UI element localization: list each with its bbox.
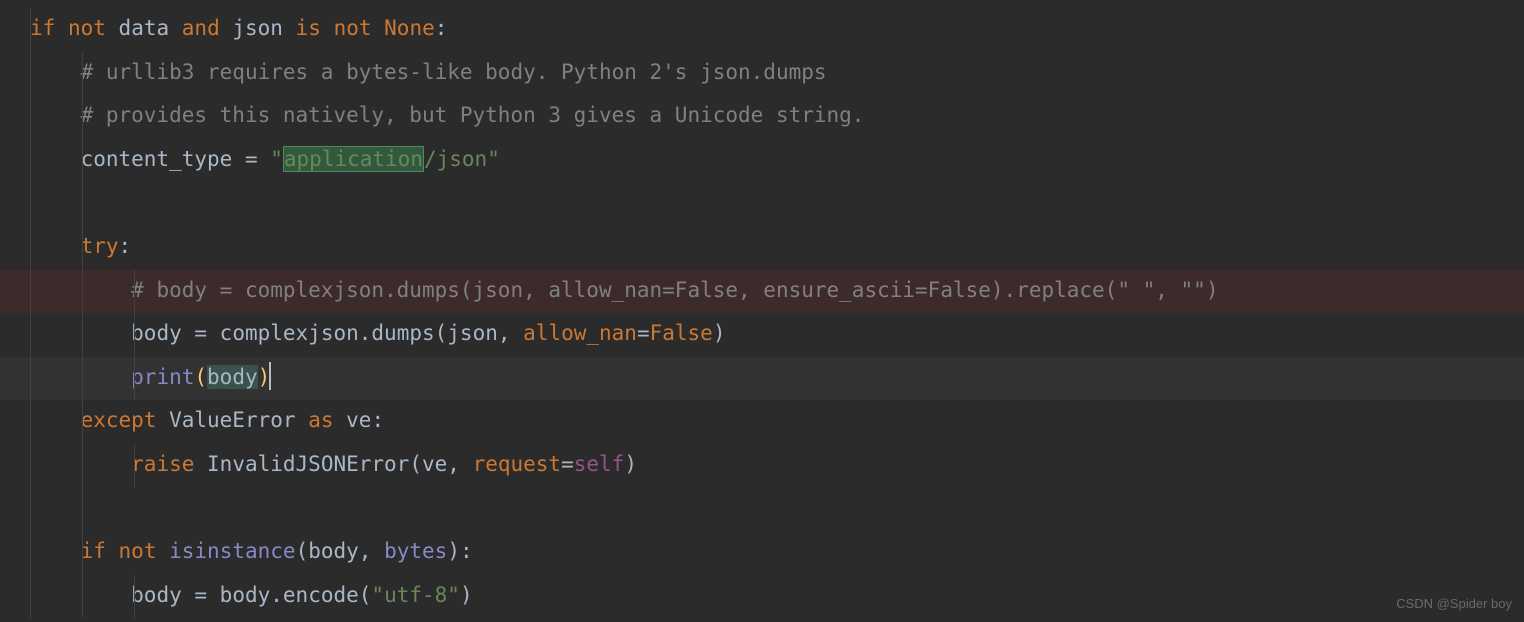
keyword-not: not [68, 16, 106, 40]
code-line-empty[interactable] [0, 182, 1524, 226]
paren: ( [359, 583, 372, 607]
method: dumps [371, 321, 434, 345]
keyword-try: try [81, 234, 119, 258]
identifier: data [119, 16, 170, 40]
text-cursor [269, 362, 271, 390]
search-match: application [283, 146, 424, 172]
keyword-except: except [81, 408, 157, 432]
code-line[interactable]: body = complexjson.dumps(json, allow_nan… [0, 313, 1524, 357]
string-quote: " [487, 147, 500, 171]
string-quote: " [270, 147, 283, 171]
code-editor[interactable]: if not data and json is not None: # urll… [0, 0, 1524, 618]
keyword-if: if [81, 539, 106, 563]
identifier-occurrence: body [207, 365, 258, 389]
equals: = [182, 583, 220, 607]
equals: = [637, 321, 650, 345]
dot: . [359, 321, 372, 345]
keyword-not: not [334, 16, 372, 40]
comma: , [498, 321, 523, 345]
code-line[interactable]: except ValueError as ve: [0, 400, 1524, 444]
paren: ) [447, 539, 460, 563]
equals: = [232, 147, 270, 171]
class-name: InvalidJSONError [207, 452, 409, 476]
code-line[interactable]: raise InvalidJSONError(ve, request=self) [0, 444, 1524, 488]
comma: , [447, 452, 472, 476]
colon: : [460, 539, 473, 563]
paren: ) [713, 321, 726, 345]
paren: ) [460, 583, 473, 607]
code-line-current[interactable]: print(body) [0, 357, 1524, 401]
colon: : [435, 16, 448, 40]
keyword-is: is [296, 16, 321, 40]
paren: ) [624, 452, 637, 476]
keyword-false: False [650, 321, 713, 345]
equals: = [182, 321, 220, 345]
keyword-raise: raise [131, 452, 194, 476]
keyword-none: None [384, 16, 435, 40]
class-name: ValueError [169, 408, 295, 432]
parameter: allow_nan [523, 321, 637, 345]
identifier: body [131, 321, 182, 345]
keyword-if: if [30, 16, 55, 40]
keyword-not: not [119, 539, 157, 563]
code-line[interactable]: if not isinstance(body, bytes): [0, 531, 1524, 575]
identifier: ve [422, 452, 447, 476]
method: encode [283, 583, 359, 607]
code-line[interactable]: # provides this natively, but Python 3 g… [0, 95, 1524, 139]
comment: # body = complexjson.dumps(json, allow_n… [131, 278, 1218, 302]
string: "utf-8" [371, 583, 460, 607]
code-line[interactable]: try: [0, 226, 1524, 270]
keyword-and: and [182, 16, 220, 40]
code-line[interactable]: # urllib3 requires a bytes-like body. Py… [0, 52, 1524, 96]
colon: : [119, 234, 132, 258]
paren: ( [296, 539, 309, 563]
code-line-empty[interactable] [0, 488, 1524, 532]
identifier: json [232, 16, 283, 40]
identifier: body [220, 583, 271, 607]
code-line[interactable]: body = body.encode("utf-8") [0, 575, 1524, 619]
identifier: ve [346, 408, 371, 432]
keyword-as: as [308, 408, 333, 432]
identifier: body [308, 539, 359, 563]
identifier: content_type [81, 147, 233, 171]
comment: # provides this natively, but Python 3 g… [81, 103, 865, 127]
identifier: complexjson [220, 321, 359, 345]
paren: ( [409, 452, 422, 476]
code-line-modified[interactable]: # body = complexjson.dumps(json, allow_n… [0, 270, 1524, 314]
colon: : [371, 408, 384, 432]
watermark: CSDN @Spider boy [1396, 591, 1512, 616]
dot: . [270, 583, 283, 607]
equals: = [561, 452, 574, 476]
paren: ( [435, 321, 448, 345]
comment: # urllib3 requires a bytes-like body. Py… [81, 60, 827, 84]
builtin-print: print [131, 365, 194, 389]
builtin-bytes: bytes [384, 539, 447, 563]
identifier: json [447, 321, 498, 345]
paren-match: ( [194, 365, 207, 389]
keyword-self: self [574, 452, 625, 476]
comma: , [359, 539, 384, 563]
builtin-isinstance: isinstance [169, 539, 295, 563]
code-line[interactable]: if not data and json is not None: [0, 8, 1524, 52]
identifier: body [131, 583, 182, 607]
parameter: request [473, 452, 562, 476]
code-line[interactable]: content_type = "application/json" [0, 139, 1524, 183]
string: /json [424, 147, 487, 171]
